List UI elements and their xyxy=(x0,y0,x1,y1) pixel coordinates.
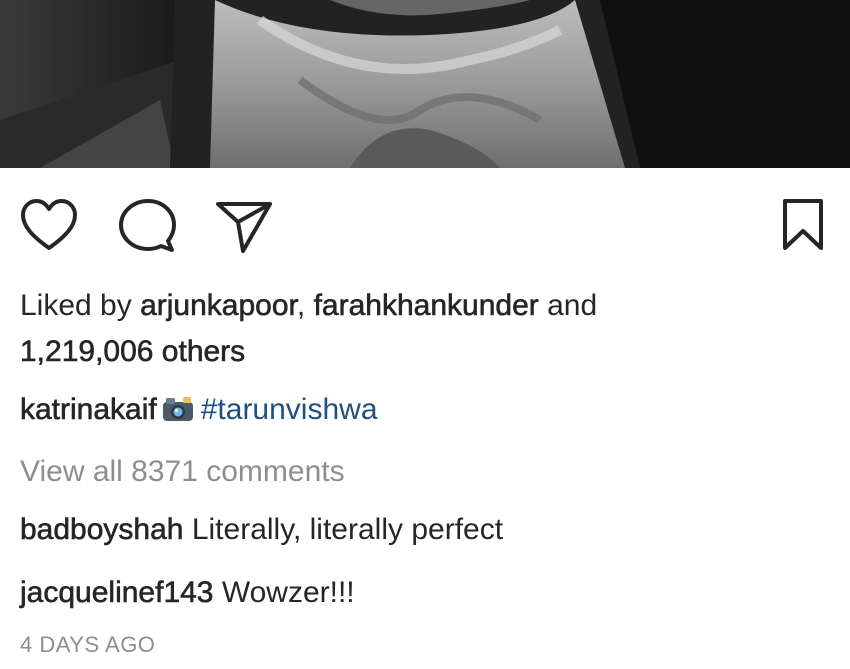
share-button[interactable] xyxy=(215,200,273,254)
view-all-comments-link[interactable]: View all 8371 comments xyxy=(20,454,345,490)
comment-text: Literally, literally perfect xyxy=(191,513,504,546)
action-bar xyxy=(0,168,850,278)
bookmark-icon xyxy=(783,199,823,250)
post-caption: katrinakaif #tarunvishwa xyxy=(20,392,378,432)
comment-button[interactable] xyxy=(118,198,176,254)
comment-item: jacquelinef143 Wowzer!!! xyxy=(20,575,355,611)
comment-username[interactable]: jacquelinef143 xyxy=(20,576,214,610)
caption-username[interactable]: katrinakaif xyxy=(20,393,157,427)
heart-icon xyxy=(21,199,77,250)
save-button[interactable] xyxy=(782,198,824,252)
like-button[interactable] xyxy=(20,198,78,252)
likes-count[interactable]: 1,219,006 others xyxy=(20,334,246,370)
likes-prefix: Liked by xyxy=(20,289,132,322)
post-timestamp: 4 DAYS AGO xyxy=(20,632,156,657)
liker-username[interactable]: farahkhankunder xyxy=(313,289,539,323)
comment-icon xyxy=(119,199,176,252)
liker-username[interactable]: arjunkapoor xyxy=(140,289,297,323)
paper-plane-icon xyxy=(216,202,272,253)
post-photo[interactable] xyxy=(0,0,850,168)
camera-with-flash-icon xyxy=(161,395,195,432)
likes-separator: , xyxy=(296,289,306,322)
likes-and: and xyxy=(547,289,598,322)
comment-username[interactable]: badboyshah xyxy=(20,513,184,547)
caption-hashtag[interactable]: #tarunvishwa xyxy=(201,393,378,426)
likes-summary: Liked by arjunkapoor, farahkhankunder an… xyxy=(20,288,597,324)
photo-image xyxy=(0,0,850,168)
likes-others[interactable]: 1,219,006 others xyxy=(20,335,246,369)
comment-item: badboyshah Literally, literally perfect xyxy=(20,512,503,548)
comment-text: Wowzer!!! xyxy=(221,576,355,609)
